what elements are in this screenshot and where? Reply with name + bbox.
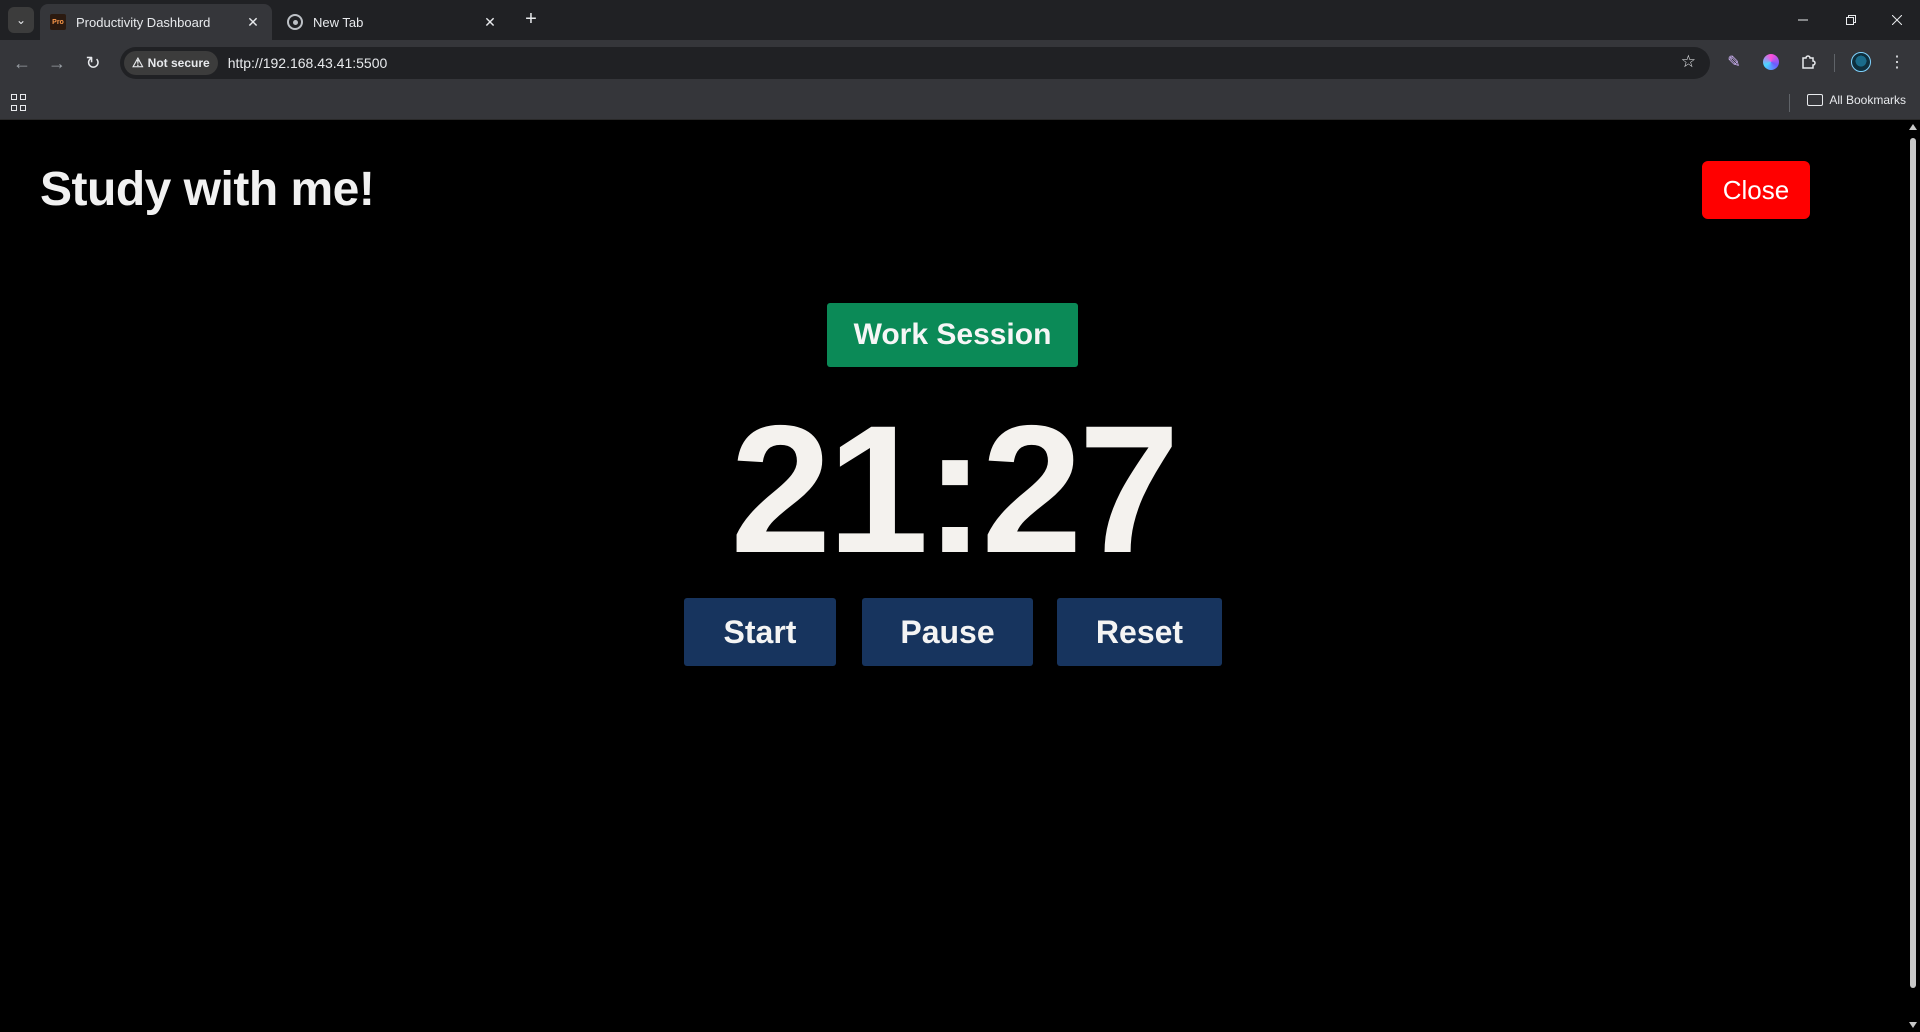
more-menu-icon[interactable]: ⋮ — [1885, 50, 1909, 74]
all-bookmarks-button[interactable]: All Bookmarks — [1807, 93, 1906, 107]
new-tab-button[interactable]: + — [519, 8, 543, 32]
toolbar-divider — [1834, 54, 1835, 72]
reload-icon[interactable]: ↻ — [79, 49, 107, 77]
bookmarks-bar: All Bookmarks — [0, 86, 1920, 120]
security-label: Not secure — [147, 56, 210, 70]
scroll-down-arrow-icon[interactable] — [1909, 1022, 1917, 1028]
back-icon[interactable]: ← — [8, 49, 36, 77]
chrome-favicon-icon — [287, 14, 303, 30]
timer-display: 21:27 — [730, 387, 1180, 591]
all-bookmarks-label: All Bookmarks — [1829, 93, 1906, 107]
tab-search-button[interactable]: ⌄ — [8, 7, 34, 33]
apps-grid-icon[interactable] — [11, 94, 29, 112]
folder-icon — [1807, 94, 1824, 106]
start-button[interactable]: Start — [684, 598, 836, 666]
tab-close-icon[interactable]: ✕ — [244, 14, 262, 31]
address-bar[interactable]: ⚠ Not secure http://192.168.43.41:5500 ☆ — [120, 47, 1710, 79]
tab-new-tab[interactable]: New Tab ✕ — [277, 4, 509, 40]
close-button[interactable]: Close — [1702, 161, 1810, 219]
tab-title: Productivity Dashboard — [76, 14, 211, 30]
gemini-extension-icon[interactable] — [1759, 50, 1783, 74]
scrollbar-thumb[interactable] — [1910, 138, 1916, 988]
warning-icon: ⚠ — [132, 55, 144, 70]
tab-strip: ⌄ Pro Productivity Dashboard ✕ New Tab ✕… — [0, 0, 1920, 40]
reset-button[interactable]: Reset — [1057, 598, 1222, 666]
url-text[interactable]: http://192.168.43.41:5500 — [228, 55, 388, 71]
forward-icon[interactable]: → — [43, 49, 71, 77]
session-badge: Work Session — [827, 303, 1078, 367]
tab-productivity-dashboard[interactable]: Pro Productivity Dashboard ✕ — [40, 4, 272, 40]
security-chip[interactable]: ⚠ Not secure — [124, 51, 218, 75]
site-favicon-icon: Pro — [50, 14, 66, 30]
minimize-icon[interactable] — [1780, 0, 1826, 40]
tab-title: New Tab — [313, 14, 364, 30]
scroll-up-arrow-icon[interactable] — [1909, 124, 1917, 130]
page-title: Study with me! — [40, 163, 375, 216]
pen-extension-icon[interactable]: ✎ — [1722, 50, 1746, 74]
bookmark-star-icon[interactable]: ☆ — [1681, 52, 1696, 72]
browser-toolbar: ← → ↻ ⚠ Not secure http://192.168.43.41:… — [0, 40, 1920, 86]
tab-close-icon[interactable]: ✕ — [481, 14, 499, 31]
extensions-puzzle-icon[interactable] — [1796, 50, 1820, 74]
pause-button[interactable]: Pause — [862, 598, 1033, 666]
bookmarks-divider — [1789, 94, 1790, 112]
window-close-icon[interactable] — [1874, 0, 1920, 40]
page-viewport: Study with me! Close Work Session 21:27 … — [0, 120, 1906, 1032]
page-scrollbar[interactable] — [1906, 120, 1920, 1032]
restore-icon[interactable] — [1828, 0, 1874, 40]
profile-avatar[interactable] — [1849, 50, 1873, 74]
